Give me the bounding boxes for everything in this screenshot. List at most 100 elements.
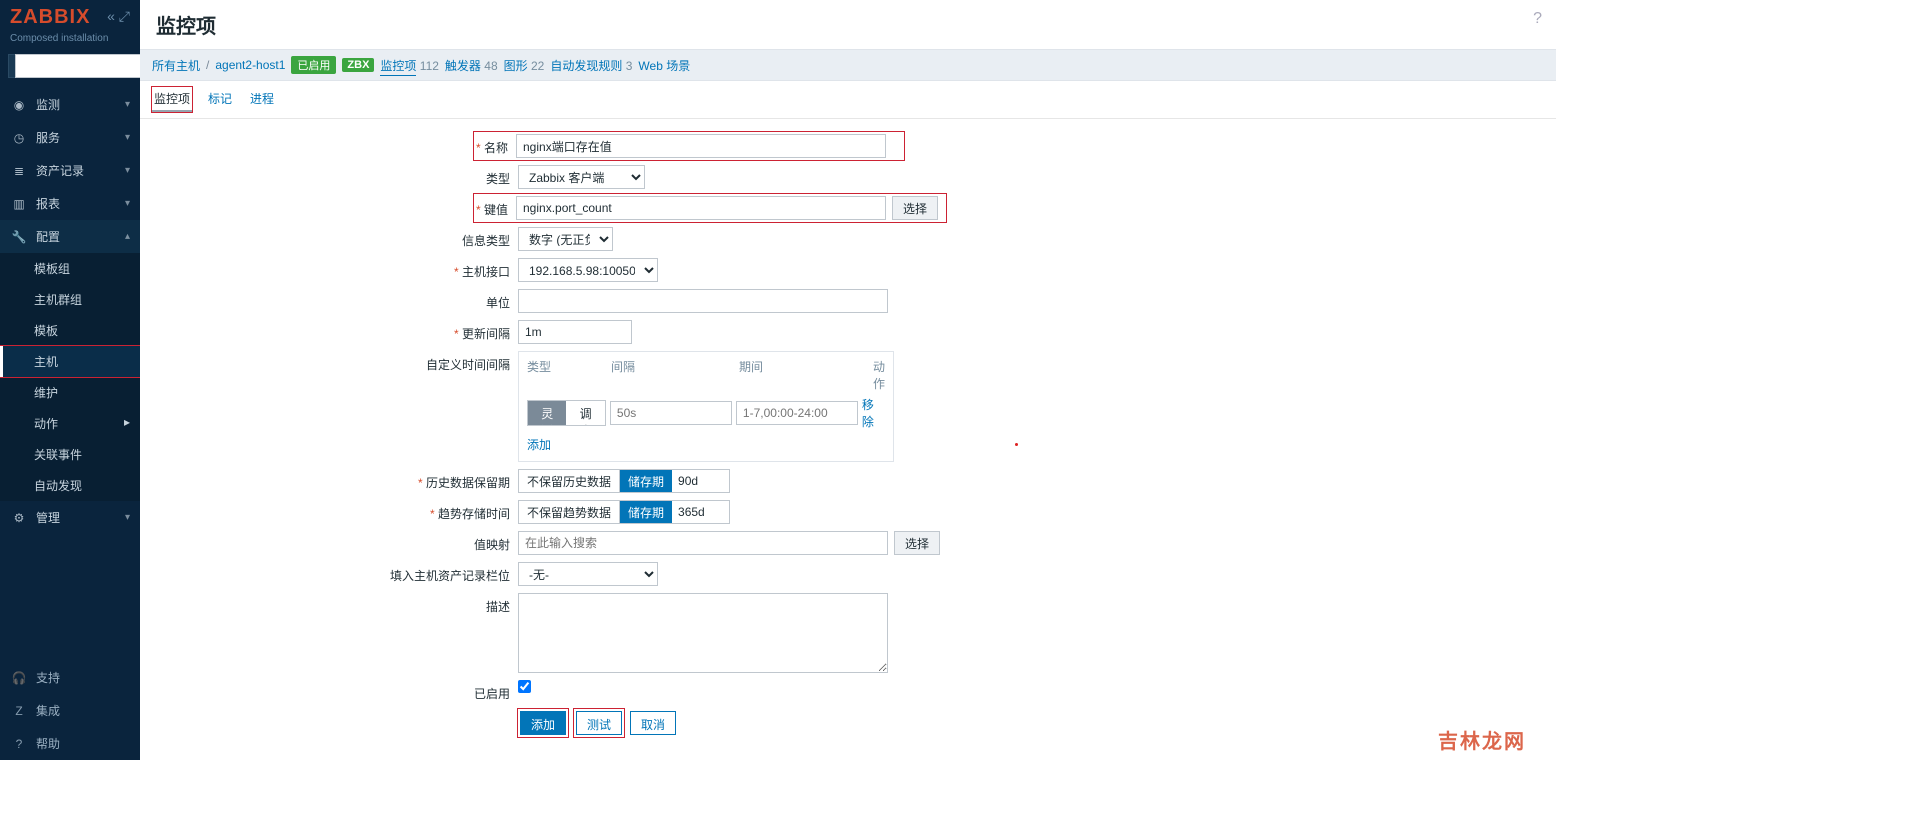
- zbx-badge: ZBX: [342, 58, 374, 72]
- custom-intervals-box: 类型 间隔 期间 动作 灵活 调度 移除: [518, 351, 894, 462]
- logo-subtitle: Composed installation: [0, 33, 140, 50]
- add-button[interactable]: 添加: [520, 711, 566, 735]
- label-valuemap: 值映射: [140, 531, 518, 553]
- breadcrumb-host[interactable]: agent2-host1: [215, 58, 285, 72]
- chevron-up-icon: ▴: [125, 231, 130, 242]
- nav-help[interactable]: ?帮助: [0, 727, 140, 760]
- watermark: 吉林龙网: [1438, 725, 1526, 754]
- input-key[interactable]: [516, 196, 886, 220]
- sidebar-collapse-icon[interactable]: « ⤢: [107, 8, 130, 25]
- label-interface: 主机接口: [140, 258, 518, 280]
- select-type[interactable]: Zabbix 客户端: [518, 165, 645, 189]
- nav-inventory[interactable]: ≣资产记录▾: [0, 154, 140, 187]
- valuemap-select-button[interactable]: 选择: [894, 531, 940, 555]
- fb-web[interactable]: Web 场景: [638, 57, 690, 74]
- main: ? 监控项 所有主机 / agent2-host1 已启用 ZBX 监控项 11…: [140, 0, 1556, 760]
- trends-nostore[interactable]: 不保留趋势数据: [518, 500, 620, 524]
- fb-discovery[interactable]: 自动发现规则 3: [550, 57, 632, 74]
- nav: ◉监测▾ ◷服务▾ ≣资产记录▾ ▥报表▾ 🔧配置▴ 模板组 主机群组 模板 主…: [0, 88, 140, 661]
- chevron-right-icon: ▸: [124, 415, 130, 429]
- key-select-button[interactable]: 选择: [892, 196, 938, 220]
- tab-tags[interactable]: 标记: [206, 87, 234, 112]
- seg-scheduling[interactable]: 调度: [566, 401, 604, 425]
- select-interface[interactable]: 192.168.5.98:10050: [518, 258, 658, 282]
- breadcrumb-sep: /: [206, 58, 209, 72]
- int-h-interval: 间隔: [611, 358, 739, 392]
- tab-item[interactable]: 监控项: [152, 87, 192, 112]
- checkbox-enabled[interactable]: [518, 680, 531, 693]
- fb-triggers[interactable]: 触发器 48: [445, 57, 498, 74]
- subnav-actions[interactable]: 动作▸: [0, 408, 140, 439]
- subnav-discovery[interactable]: 自动发现: [0, 470, 140, 501]
- label-description: 描述: [140, 593, 518, 615]
- seg-flexible[interactable]: 灵活: [528, 401, 566, 425]
- label-info-type: 信息类型: [140, 227, 518, 249]
- nav-integrations[interactable]: Z集成: [0, 694, 140, 727]
- select-inventory[interactable]: -无-: [518, 562, 658, 586]
- z-icon: Z: [10, 704, 28, 718]
- nav-config[interactable]: 🔧配置▴: [0, 220, 140, 253]
- nav-admin[interactable]: ⚙管理▾: [0, 501, 140, 534]
- chevron-down-icon: ▾: [125, 198, 130, 209]
- form: 名称 类型 Zabbix 客户端 键值 选择 信息类型 数字 (无正负) 主机接…: [140, 119, 960, 760]
- input-history[interactable]: [672, 469, 730, 493]
- wrench-icon: 🔧: [10, 230, 28, 244]
- sidebar-search[interactable]: [8, 54, 132, 78]
- subnav-correlation[interactable]: 关联事件: [0, 439, 140, 470]
- test-button[interactable]: 测试: [576, 711, 622, 735]
- subnav-host-groups[interactable]: 主机群组: [0, 284, 140, 315]
- subnav-template-groups[interactable]: 模板组: [0, 253, 140, 284]
- status-enabled-badge: 已启用: [291, 56, 336, 74]
- nav-config-sub: 模板组 主机群组 模板 主机 维护 动作▸ 关联事件 自动发现: [0, 253, 140, 501]
- input-name[interactable]: [516, 134, 886, 158]
- sidebar: ZABBIX « ⤢ Composed installation ◉监测▾ ◷服…: [0, 0, 140, 760]
- input-int-period[interactable]: [736, 401, 858, 425]
- logo[interactable]: ZABBIX: [10, 6, 90, 29]
- int-h-action: 动作: [867, 358, 885, 392]
- interval-type-segment: 灵活 调度: [527, 400, 606, 426]
- history-nostore[interactable]: 不保留历史数据: [518, 469, 620, 493]
- chevron-down-icon: ▾: [125, 132, 130, 143]
- breadcrumb-all-hosts[interactable]: 所有主机: [152, 57, 200, 74]
- chevron-down-icon: ▾: [125, 512, 130, 523]
- tab-process[interactable]: 进程: [248, 87, 276, 112]
- label-trends: 趋势存储时间: [140, 500, 518, 522]
- input-trends[interactable]: [672, 500, 730, 524]
- fb-items[interactable]: 监控项 112: [380, 57, 439, 74]
- input-valuemap[interactable]: [518, 531, 888, 555]
- textarea-description[interactable]: [518, 593, 888, 673]
- nav-monitoring[interactable]: ◉监测▾: [0, 88, 140, 121]
- label-inventory: 填入主机资产记录栏位: [140, 562, 518, 584]
- history-store[interactable]: 储存期: [620, 469, 672, 493]
- clock-icon: ◷: [10, 131, 28, 145]
- eye-icon: ◉: [10, 98, 28, 112]
- int-add[interactable]: 添加: [527, 438, 551, 452]
- select-info-type[interactable]: 数字 (无正负): [518, 227, 613, 251]
- input-int-delay[interactable]: [610, 401, 732, 425]
- cancel-button[interactable]: 取消: [630, 711, 676, 735]
- chevron-down-icon: ▾: [125, 165, 130, 176]
- list-icon: ≣: [10, 164, 28, 178]
- fb-graphs[interactable]: 图形 22: [504, 57, 545, 74]
- subnav-hosts[interactable]: 主机: [0, 346, 140, 377]
- nav-support[interactable]: 🎧支持: [0, 661, 140, 694]
- nav-reports[interactable]: ▥报表▾: [0, 187, 140, 220]
- input-update-interval[interactable]: [518, 320, 632, 344]
- page-title: 监控项: [140, 0, 1556, 49]
- headset-icon: 🎧: [10, 671, 28, 685]
- subnav-maintenance[interactable]: 维护: [0, 377, 140, 408]
- label-history: 历史数据保留期: [140, 469, 518, 491]
- int-remove[interactable]: 移除: [862, 396, 885, 430]
- page-help-icon[interactable]: ?: [1533, 10, 1542, 28]
- label-name: 名称: [476, 134, 516, 156]
- subnav-templates[interactable]: 模板: [0, 315, 140, 346]
- chevron-down-icon: ▾: [125, 99, 130, 110]
- label-update-interval: 更新间隔: [140, 320, 518, 342]
- label-key: 键值: [476, 196, 516, 218]
- cursor-dot: [1015, 443, 1018, 446]
- label-units: 单位: [140, 289, 518, 311]
- trends-store[interactable]: 储存期: [620, 500, 672, 524]
- label-enabled: 已启用: [140, 680, 518, 702]
- input-units[interactable]: [518, 289, 888, 313]
- nav-services[interactable]: ◷服务▾: [0, 121, 140, 154]
